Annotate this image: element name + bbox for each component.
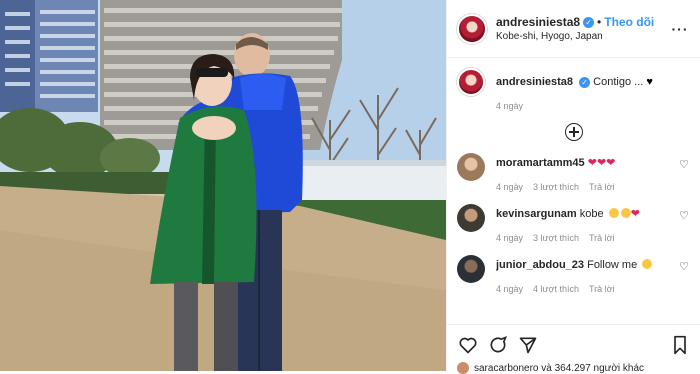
photo-scene <box>0 0 446 371</box>
comment-item: junior_abdou_23 Follow me 4 ngày 4 lượt … <box>457 255 691 294</box>
send-icon[interactable] <box>517 334 539 356</box>
black-heart-icon: ♥ <box>646 76 653 88</box>
comment-text: Follow me <box>587 259 638 271</box>
comment-icon[interactable] <box>487 334 509 356</box>
liked-by-text[interactable]: saracarbonero và 364.297 người khác <box>474 363 644 374</box>
caption-text: Contigo ... <box>593 76 644 88</box>
author-row: andresiniesta8 ✓ • Theo dõi <box>496 15 670 29</box>
comment-username[interactable]: kevinsargunam <box>496 208 577 220</box>
bookmark-icon[interactable] <box>669 334 691 356</box>
red-heart-icon: ❤ <box>630 208 640 220</box>
comment-body: junior_abdou_23 Follow me 4 ngày 4 lượt … <box>496 255 677 294</box>
comment-meta: 4 ngày 3 lượt thích Trả lời <box>496 182 677 192</box>
red-heart-icon: ❤ <box>596 157 607 169</box>
caption-time[interactable]: 4 ngày <box>496 101 523 111</box>
left-building <box>0 0 98 112</box>
caption-body: andresiniesta8 ✓ Contigo ... ♥ 4 ngày <box>496 68 691 111</box>
verified-badge-icon: ✓ <box>583 16 595 28</box>
comment-likes[interactable]: 4 lượt thích <box>533 284 579 294</box>
heart-icon[interactable] <box>457 334 479 356</box>
commenter-avatar[interactable] <box>457 153 485 181</box>
red-heart-icon: ❤ <box>587 157 597 169</box>
reply-button[interactable]: Trả lời <box>589 233 615 243</box>
action-row <box>457 333 691 357</box>
author-info: andresiniesta8 ✓ • Theo dõi Kobe-shi, Hy… <box>496 15 670 42</box>
post-photo[interactable] <box>0 0 446 371</box>
grinning-face-icon <box>620 208 631 218</box>
comment-time[interactable]: 4 ngày <box>496 182 523 192</box>
caption-line: andresiniesta8 ✓ Contigo ... ♥ <box>496 75 691 89</box>
comment-time[interactable]: 4 ngày <box>496 233 523 243</box>
comment-line: kevinsargunam kobe ❤ <box>496 207 677 221</box>
post-actions: saracarbonero và 364.297 người khác <box>447 324 700 374</box>
post-header: andresiniesta8 ✓ • Theo dõi Kobe-shi, Hy… <box>447 0 700 58</box>
comment-line: junior_abdou_23 Follow me <box>496 258 677 272</box>
grinning-face-icon <box>608 208 619 218</box>
comment-meta: 4 ngày 3 lượt thích Trả lời <box>496 233 677 243</box>
post-side-panel: andresiniesta8 ✓ • Theo dõi Kobe-shi, Hy… <box>446 0 700 374</box>
comment-username[interactable]: junior_abdou_23 <box>496 259 584 271</box>
comment-likes[interactable]: 3 lượt thích <box>533 233 579 243</box>
comment-text: kobe <box>579 208 604 220</box>
author-username[interactable]: andresiniesta8 <box>496 15 580 29</box>
crying-face-icon <box>642 259 653 269</box>
comment-meta: 4 ngày 4 lượt thích Trả lời <box>496 284 677 294</box>
caption-username[interactable]: andresiniesta8 <box>496 76 573 88</box>
comment-heart-icon[interactable]: ♡ <box>677 260 691 273</box>
comment-item: moramartamm45 ❤❤❤ 4 ngày 3 lượt thích Tr… <box>457 153 691 192</box>
load-more-comments <box>457 123 691 141</box>
follow-button[interactable]: Theo dõi <box>604 15 654 29</box>
liked-by-row[interactable]: saracarbonero và 364.297 người khác <box>457 362 691 374</box>
verified-badge-icon: ✓ <box>579 77 591 88</box>
comment-heart-icon[interactable]: ♡ <box>677 209 691 222</box>
comment-username[interactable]: moramartamm45 <box>496 157 585 169</box>
liker-avatar <box>457 362 469 374</box>
instagram-post: andresiniesta8 ✓ • Theo dõi Kobe-shi, Hy… <box>0 0 700 374</box>
author-avatar[interactable] <box>457 13 487 44</box>
comment-time[interactable]: 4 ngày <box>496 284 523 294</box>
red-heart-icon: ❤ <box>606 157 616 169</box>
comments-list[interactable]: andresiniesta8 ✓ Contigo ... ♥ 4 ngày mo… <box>447 58 700 324</box>
comment-body: kevinsargunam kobe ❤ 4 ngày 3 lượt thích… <box>496 204 677 243</box>
commenter-avatar[interactable] <box>457 204 485 232</box>
reply-button[interactable]: Trả lời <box>589 284 615 294</box>
caption-meta: 4 ngày <box>496 101 691 111</box>
ellipsis-icon[interactable]: ··· <box>670 21 690 37</box>
comment-heart-icon[interactable]: ♡ <box>677 158 691 171</box>
post-location[interactable]: Kobe-shi, Hyogo, Japan <box>496 31 670 42</box>
comment-item: kevinsargunam kobe ❤ 4 ngày 3 lượt thích… <box>457 204 691 243</box>
separator-dot: • <box>597 15 602 29</box>
plus-circle-icon[interactable] <box>565 123 583 141</box>
post-caption: andresiniesta8 ✓ Contigo ... ♥ 4 ngày <box>457 68 691 111</box>
comment-body: moramartamm45 ❤❤❤ 4 ngày 3 lượt thích Tr… <box>496 153 677 192</box>
comment-line: moramartamm45 ❤❤❤ <box>496 156 677 170</box>
commenter-avatar[interactable] <box>457 255 485 283</box>
reply-button[interactable]: Trả lời <box>589 182 615 192</box>
comment-likes[interactable]: 3 lượt thích <box>533 182 579 192</box>
caption-author-avatar[interactable] <box>457 68 485 96</box>
